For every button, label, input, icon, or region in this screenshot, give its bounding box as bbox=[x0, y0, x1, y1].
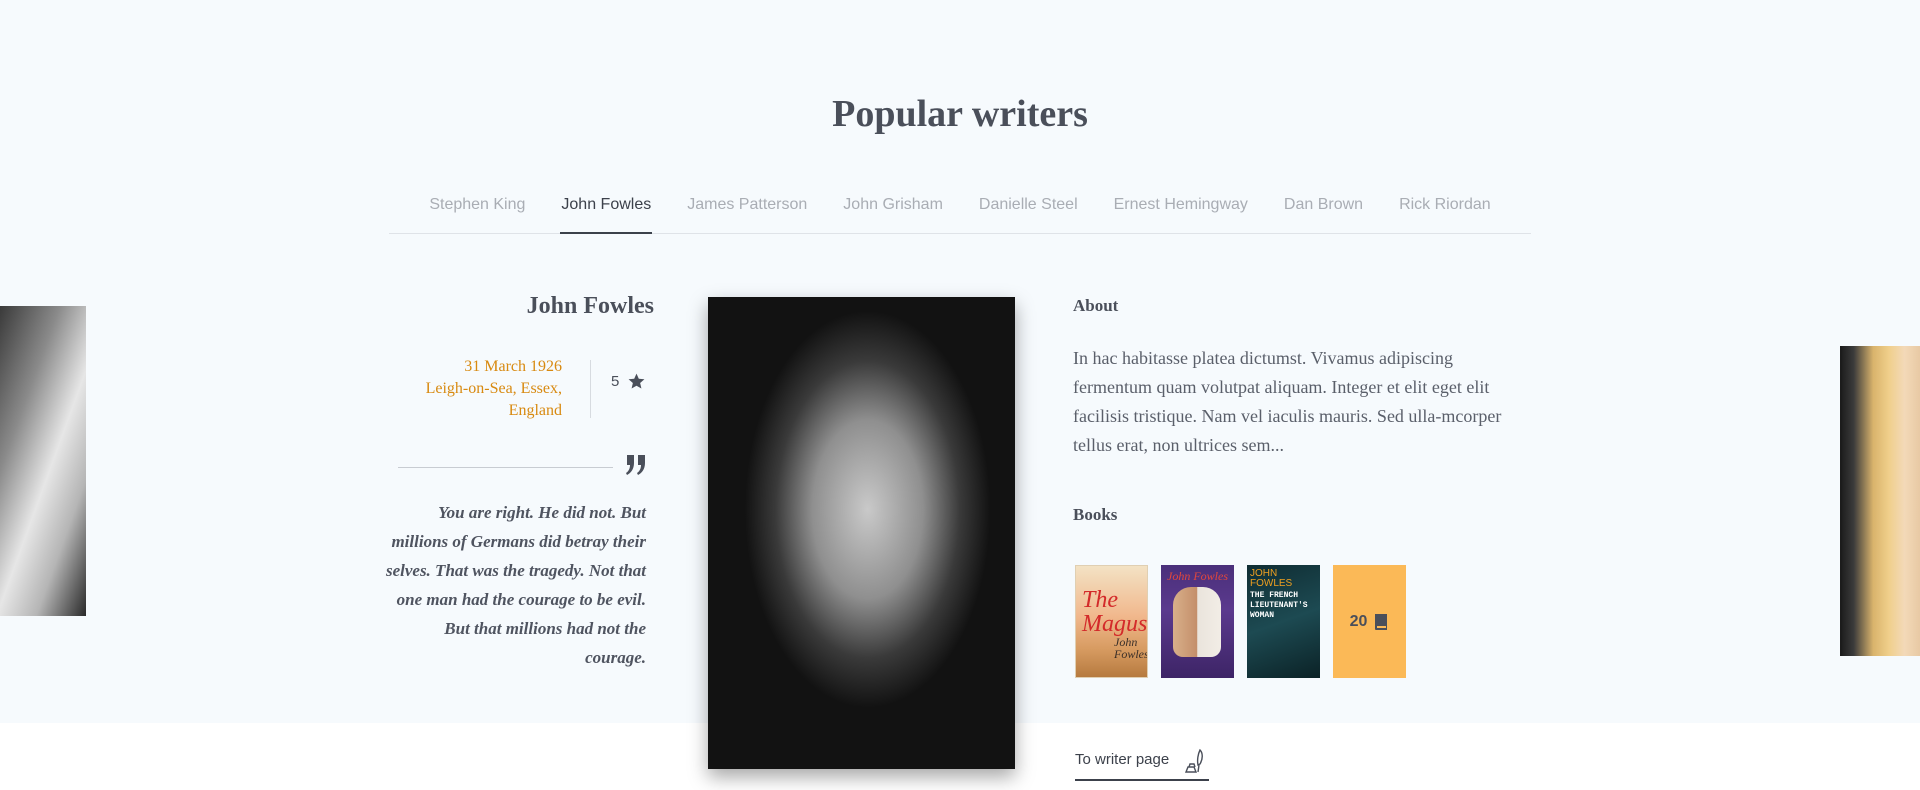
tab-danielle-steel[interactable]: Danielle Steel bbox=[978, 190, 1079, 234]
previous-writer-photo[interactable] bbox=[0, 306, 86, 616]
info-divider bbox=[590, 360, 591, 418]
tab-dan-brown[interactable]: Dan Brown bbox=[1283, 190, 1364, 234]
tab-ernest-hemingway[interactable]: Ernest Hemingway bbox=[1113, 190, 1249, 234]
writer-tabs: Stephen King John Fowles James Patterson… bbox=[389, 190, 1531, 234]
book-cover-art bbox=[1173, 587, 1221, 657]
quote-divider bbox=[398, 467, 613, 468]
books-list: The Magus John Fowles John Fowles JOHN F… bbox=[1075, 565, 1406, 678]
book-title: The Magus bbox=[1082, 587, 1148, 637]
rating-value: 5 bbox=[611, 373, 620, 390]
writer-birth-info: 31 March 1926 Leigh-on-Sea, Essex, Engla… bbox=[380, 356, 562, 422]
book-cover-magus-purple[interactable]: John Fowles bbox=[1161, 565, 1234, 678]
tab-stephen-king[interactable]: Stephen King bbox=[428, 190, 526, 234]
about-text: In hac habitasse platea dictumst. Vivamu… bbox=[1073, 348, 1502, 455]
tab-john-fowles[interactable]: John Fowles bbox=[560, 190, 653, 234]
writer-portrait bbox=[708, 297, 1015, 769]
quote-mark-icon bbox=[626, 455, 645, 475]
about-heading: About bbox=[1073, 296, 1119, 315]
books-heading: Books bbox=[1073, 505, 1118, 524]
more-books-button[interactable]: 20 bbox=[1333, 565, 1406, 678]
book-author: John Fowles bbox=[1114, 635, 1148, 661]
birth-place-line1: Leigh-on-Sea, Essex, bbox=[425, 380, 562, 397]
writer-rating: 5 bbox=[611, 372, 646, 391]
book-author: JOHN FOWLES bbox=[1250, 568, 1293, 589]
book-cover-french-lieutenants-woman[interactable]: JOHN FOWLES THE FRENCH LIEUTENANT'S WOMA… bbox=[1247, 565, 1320, 678]
tab-rick-riordan[interactable]: Rick Riordan bbox=[1398, 190, 1492, 234]
star-icon bbox=[628, 373, 645, 389]
writer-name: John Fowles bbox=[526, 293, 654, 319]
birth-date: 31 March 1926 bbox=[464, 358, 562, 375]
tab-james-patterson[interactable]: James Patterson bbox=[686, 190, 808, 234]
more-books-count: 20 bbox=[1349, 612, 1368, 630]
birth-place-line2: England bbox=[508, 402, 562, 419]
book-cover-the-magus[interactable]: The Magus John Fowles bbox=[1075, 565, 1148, 678]
section-title: Popular writers bbox=[832, 93, 1088, 135]
writer-link-label: To writer page bbox=[1075, 751, 1170, 768]
book-author: John Fowles bbox=[1167, 569, 1228, 583]
tab-john-grisham[interactable]: John Grisham bbox=[842, 190, 944, 234]
book-title: THE FRENCH LIEUTENANT'S WOMAN bbox=[1250, 591, 1308, 620]
quill-ink-icon bbox=[1185, 748, 1204, 773]
to-writer-page-link[interactable]: To writer page bbox=[1075, 748, 1210, 781]
writer-quote: You are right. He did not. But millions … bbox=[385, 503, 646, 667]
next-writer-photo[interactable] bbox=[1840, 346, 1920, 656]
book-icon bbox=[1375, 613, 1388, 630]
